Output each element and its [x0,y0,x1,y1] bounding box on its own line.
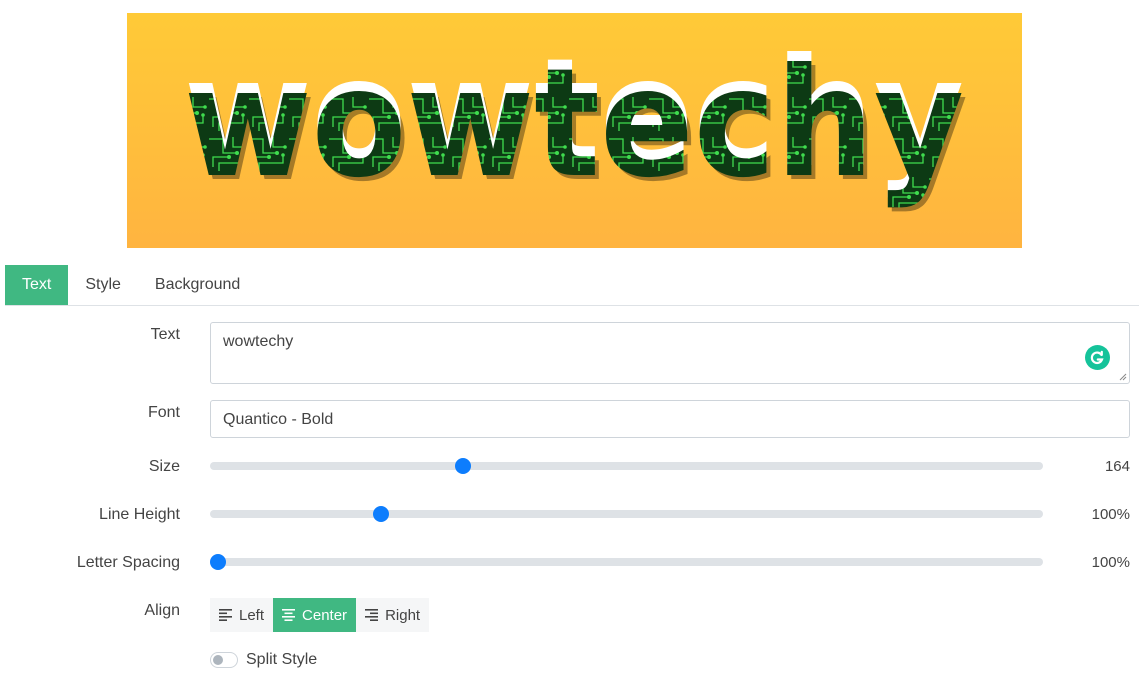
letter-spacing-slider-track[interactable] [210,558,1043,566]
text-input[interactable]: wowtechy [210,322,1130,384]
text-label: Text [150,326,180,343]
split-style-toggle[interactable] [210,652,238,668]
letter-spacing-slider-thumb[interactable] [210,554,227,570]
size-label: Size [148,458,180,475]
align-right-icon [365,609,379,621]
text-preview: wowtechy wowtechy wowtechy [127,13,1022,248]
preview-text: wowtechy [184,37,964,211]
size-slider-thumb[interactable] [455,458,472,474]
size-slider-track[interactable] [210,462,1043,470]
align-label: Align [144,602,180,619]
line-height-label: Line Height [99,506,180,523]
tab-style[interactable]: Style [68,265,138,305]
font-label: Font [147,404,180,421]
align-center-button[interactable]: Center [273,598,357,632]
line-height-value: 100% [1091,506,1130,523]
align-center-label: Center [302,606,348,624]
line-height-slider-thumb[interactable] [372,506,389,522]
tab-text[interactable]: Text [5,265,69,305]
align-left-label: Left [239,606,265,624]
letter-spacing-value: 100% [1091,554,1130,571]
align-left-icon [219,609,232,621]
size-slider[interactable] [210,454,1043,478]
tab-background[interactable]: Background [138,265,257,305]
resize-grip-icon[interactable] [1117,371,1127,381]
line-height-slider-track[interactable] [210,510,1043,518]
font-select[interactable]: Quantico - Bold [210,400,1130,438]
split-style-label: Split Style [246,651,318,668]
letter-spacing-slider[interactable] [210,550,1043,574]
tab-divider [5,305,1139,306]
align-left-button[interactable]: Left [210,598,273,632]
text-input-value: wowtechy [223,333,294,350]
grammarly-icon[interactable] [1085,345,1110,370]
size-value: 164 [1104,458,1130,475]
letter-spacing-label: Letter Spacing [76,554,180,571]
line-height-slider[interactable] [210,502,1043,526]
preview-graphic: wowtechy wowtechy wowtechy [184,27,968,215]
split-style-toggle-knob [213,655,223,665]
align-right-button[interactable]: Right [356,598,429,632]
align-right-label: Right [385,606,421,624]
tab-bar: Text Style Background [5,265,257,305]
align-center-icon [282,609,296,621]
align-button-group: Left Center Right [210,598,430,632]
